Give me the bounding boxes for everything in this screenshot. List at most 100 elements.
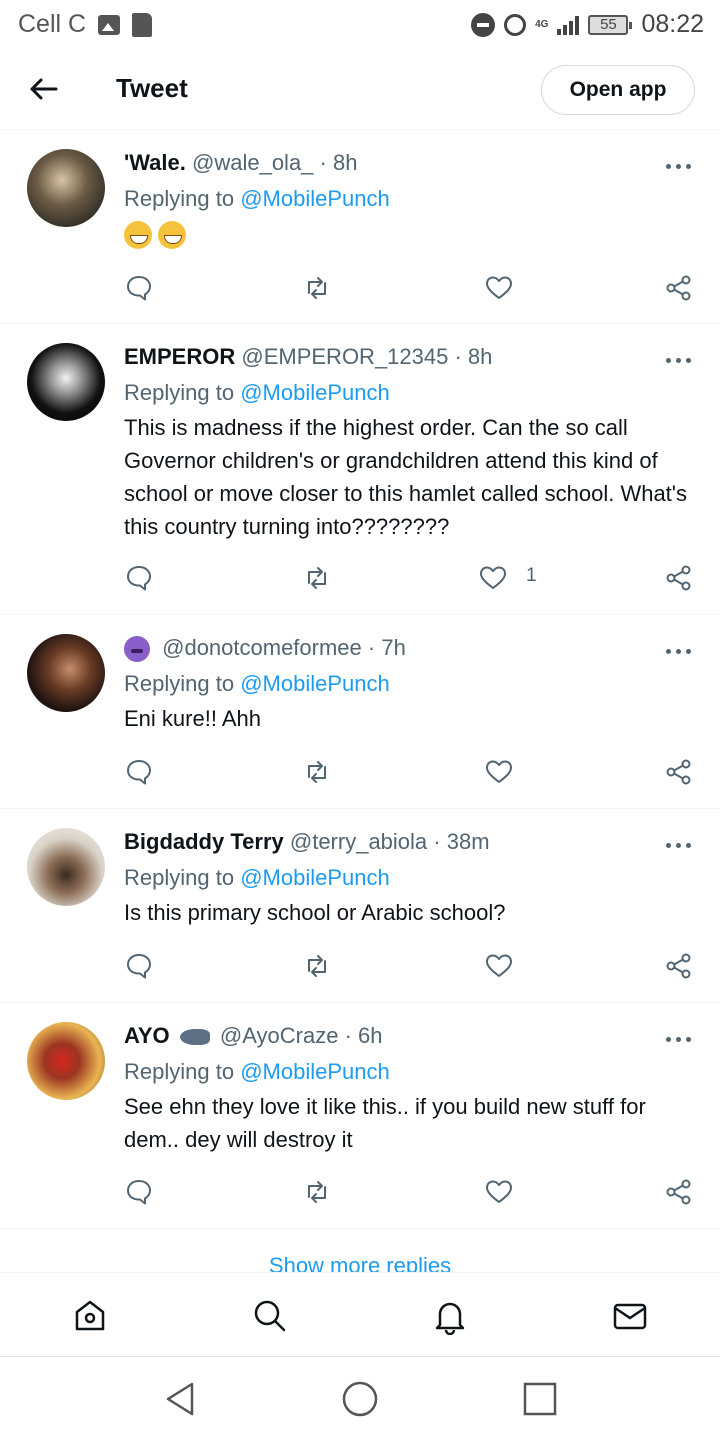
reply-icon[interactable]: [124, 1177, 154, 1207]
author-name[interactable]: EMPEROR: [124, 344, 235, 369]
mention-link[interactable]: @MobilePunch: [240, 865, 390, 890]
do-not-disturb-icon: [471, 12, 496, 37]
gallery-notification-icon: [98, 14, 121, 35]
reply-tweet[interactable]: EMPEROR @EMPEROR_12345 · 8h Replying to …: [0, 325, 720, 615]
tweet-meta: Bigdaddy Terry @terry_abiola · 38m: [124, 828, 694, 856]
author-handle[interactable]: @donotcomeformee: [162, 635, 362, 660]
tweet-meta: EMPEROR @EMPEROR_12345 · 8h: [124, 343, 694, 371]
grin-icon: [158, 221, 186, 250]
home-icon[interactable]: [71, 1297, 109, 1335]
mention-link[interactable]: @MobilePunch: [240, 186, 390, 211]
share-icon[interactable]: [664, 563, 694, 593]
back-triangle-icon[interactable]: [160, 1379, 200, 1419]
tweet-time: · 7h: [367, 635, 406, 660]
home-circle-icon[interactable]: [340, 1379, 380, 1419]
retweet-icon[interactable]: [302, 1177, 332, 1207]
share-icon[interactable]: [664, 1177, 694, 1207]
system-nav-bar: [0, 1356, 720, 1440]
tweet-actions: [124, 757, 694, 787]
avatar[interactable]: [27, 828, 105, 906]
retweet-icon[interactable]: [302, 951, 332, 981]
mention-link[interactable]: @MobilePunch: [240, 671, 390, 696]
more-options-icon[interactable]: [666, 162, 692, 170]
author-handle[interactable]: @terry_abiola: [290, 829, 427, 854]
replying-to: Replying to @MobilePunch: [124, 380, 390, 405]
sd-card-icon: [132, 12, 153, 37]
author-handle[interactable]: @AyoCraze: [220, 1023, 339, 1048]
tweet-time: · 8h: [319, 150, 358, 175]
tweet-text: This is madness if the highest order. Ca…: [124, 415, 687, 539]
reply-icon[interactable]: [124, 757, 154, 787]
tweet-actions: [124, 1177, 694, 1207]
tweet-time: · 8h: [454, 344, 493, 369]
page-title: Tweet: [116, 73, 188, 103]
author-name[interactable]: Bigdaddy Terry: [124, 829, 284, 854]
tweet-actions: [124, 951, 694, 981]
alarm-icon: [504, 13, 527, 36]
reply-tweet[interactable]: 'Wale. @wale_ola_ · 8h Replying to @Mobi…: [0, 131, 720, 324]
tweet-actions: 1: [124, 563, 694, 593]
share-icon[interactable]: [664, 273, 694, 303]
back-arrow-icon[interactable]: [26, 72, 60, 106]
like-icon[interactable]: [484, 273, 514, 303]
replying-to: Replying to @MobilePunch: [124, 1059, 390, 1084]
battery-icon: 55: [588, 14, 633, 35]
author-handle[interactable]: @EMPEROR_12345: [241, 344, 448, 369]
open-app-button[interactable]: Open app: [541, 65, 695, 115]
network-type-label: 4G: [535, 18, 549, 30]
devil-emoji-icon: [124, 636, 150, 663]
tweet-text: See ehn they love it like this.. if you …: [124, 1094, 646, 1152]
more-options-icon[interactable]: [666, 356, 692, 364]
avatar[interactable]: [27, 634, 105, 712]
retweet-icon[interactable]: [302, 757, 332, 787]
replying-to: Replying to @MobilePunch: [124, 186, 390, 211]
author-handle[interactable]: @wale_ola_: [192, 150, 313, 175]
author-name[interactable]: 'Wale.: [124, 150, 186, 175]
tweet-actions: [124, 273, 694, 303]
grin-icon: [124, 221, 152, 250]
mention-link[interactable]: @MobilePunch: [240, 1059, 390, 1084]
reply-icon[interactable]: [124, 951, 154, 981]
recents-square-icon[interactable]: [520, 1379, 560, 1419]
like-icon[interactable]: [484, 951, 514, 981]
reply-icon[interactable]: [124, 273, 154, 303]
replying-to: Replying to @MobilePunch: [124, 865, 390, 890]
avatar[interactable]: [27, 1022, 105, 1100]
tweet-time: · 38m: [433, 829, 490, 854]
reply-icon[interactable]: [124, 563, 154, 593]
avatar[interactable]: [27, 149, 105, 227]
tweet-meta: @donotcomeformee · 7h: [124, 634, 694, 663]
more-options-icon[interactable]: [666, 1035, 692, 1043]
tweet-meta: 'Wale. @wale_ola_ · 8h: [124, 149, 694, 177]
reply-tweet[interactable]: AYO @AyoCraze · 6h Replying to @MobilePu…: [0, 1004, 720, 1229]
mention-link[interactable]: @MobilePunch: [240, 380, 390, 405]
bottom-nav: [0, 1272, 720, 1356]
author-name[interactable]: AYO: [124, 1023, 170, 1048]
reply-tweet[interactable]: Bigdaddy Terry @terry_abiola · 38m Reply…: [0, 810, 720, 1003]
signal-icon: [557, 15, 580, 35]
carrier-label: Cell C: [18, 10, 87, 38]
more-options-icon[interactable]: [666, 841, 692, 849]
shark-emoji-icon: [179, 1029, 210, 1046]
like-count: 1: [526, 565, 537, 586]
more-options-icon[interactable]: [666, 647, 692, 655]
share-icon[interactable]: [664, 757, 694, 787]
avatar[interactable]: [27, 343, 105, 421]
retweet-icon[interactable]: [302, 273, 332, 303]
tweet-meta: AYO @AyoCraze · 6h: [124, 1022, 694, 1050]
tweet-text: Eni kure!! Ahh: [124, 706, 261, 732]
notifications-icon[interactable]: [431, 1297, 469, 1336]
tweet-text: Is this primary school or Arabic school?: [124, 900, 506, 925]
tweet-text: [124, 217, 694, 250]
like-icon[interactable]: [478, 563, 508, 593]
messages-icon[interactable]: [611, 1297, 649, 1335]
like-icon[interactable]: [484, 757, 514, 787]
tweet-time: · 6h: [344, 1023, 383, 1048]
share-icon[interactable]: [664, 951, 694, 981]
like-icon[interactable]: [484, 1177, 514, 1207]
retweet-icon[interactable]: [302, 563, 332, 593]
reply-tweet[interactable]: @donotcomeformee · 7h Replying to @Mobil…: [0, 616, 720, 809]
replying-to: Replying to @MobilePunch: [124, 671, 390, 697]
search-icon[interactable]: [251, 1297, 289, 1335]
top-bar: Tweet Open app: [0, 50, 720, 130]
